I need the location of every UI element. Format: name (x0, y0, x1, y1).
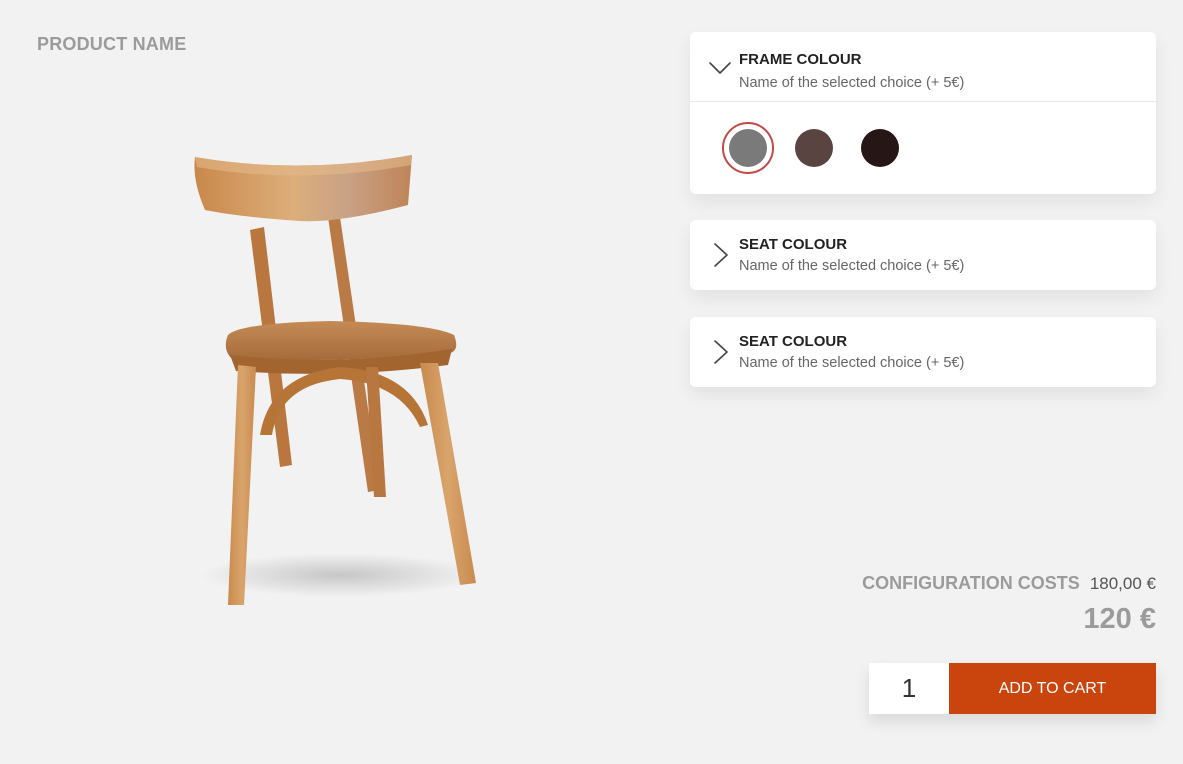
seat-colour-selected-choice: Name of the selected choice (+ 5€) (739, 258, 965, 274)
seat-colour-header[interactable]: SEAT COLOUR Name of the selected choice … (690, 220, 1156, 289)
frame-colour-panel: FRAME COLOUR Name of the selected choice… (690, 32, 1156, 194)
add-to-cart-button[interactable]: ADD TO CART (949, 663, 1156, 714)
seat-colour-panel-2[interactable]: SEAT COLOUR Name of the selected choice … (690, 317, 1156, 387)
frame-colour-selected-choice: Name of the selected choice (+ 5€) (739, 75, 965, 91)
frame-colour-title: FRAME COLOUR (739, 51, 862, 68)
total-price: 120 € (1083, 603, 1156, 635)
swatch-dark-brown-color (861, 129, 899, 167)
quantity-input[interactable] (869, 663, 949, 714)
seat-colour-title: SEAT COLOUR (739, 236, 848, 253)
swatch-grey[interactable] (722, 122, 774, 174)
chair-illustration (194, 155, 480, 605)
add-to-cart-row: ADD TO CART (869, 663, 1156, 714)
chevron-right-icon (708, 340, 732, 364)
seat-colour-selected-choice-2: Name of the selected choice (+ 5€) (739, 355, 965, 371)
frame-colour-header[interactable]: FRAME COLOUR Name of the selected choice… (690, 32, 1156, 102)
swatch-brown-color (795, 129, 833, 167)
frame-colour-swatches (722, 122, 920, 174)
seat-colour-title-2: SEAT COLOUR (739, 333, 848, 350)
swatch-brown[interactable] (788, 122, 840, 174)
configuration-costs-label: CONFIGURATION COSTS (862, 573, 1080, 593)
product-image (180, 135, 500, 635)
swatch-dark-brown[interactable] (854, 122, 906, 174)
chevron-right-icon (708, 243, 732, 267)
seat-colour-panel[interactable]: SEAT COLOUR Name of the selected choice … (690, 220, 1156, 290)
seat-colour-header-2[interactable]: SEAT COLOUR Name of the selected choice … (690, 317, 1156, 386)
swatch-grey-color (729, 129, 767, 167)
product-name: PRODUCT NAME (37, 34, 187, 54)
chevron-down-icon (708, 56, 732, 80)
configuration-costs: CONFIGURATION COSTS 180,00 € (862, 573, 1156, 594)
product-configurator-page: PRODUCT NAME FRAME COLOUR Name of the se… (0, 0, 1183, 764)
configuration-costs-value: 180,00 € (1089, 574, 1156, 593)
